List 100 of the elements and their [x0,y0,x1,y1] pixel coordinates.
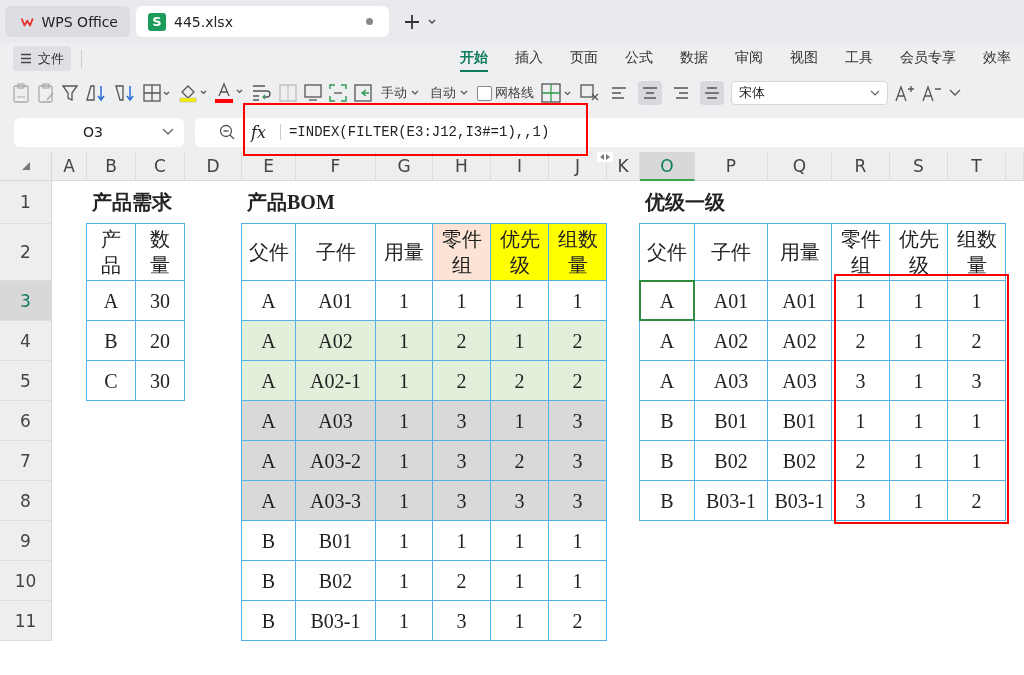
row-header[interactable]: 8 [0,481,52,521]
table-cell: 2 [490,440,549,481]
table-cell: A03-3 [295,480,376,521]
row-header[interactable]: 11 [0,601,52,641]
table-cell: 2 [548,320,607,361]
caret-icon[interactable] [427,17,437,26]
table-cell: 1 [490,400,549,441]
row-header[interactable]: 7 [0,441,52,481]
align-icon [704,86,720,100]
ribbon-tab[interactable]: 数据 [680,45,708,72]
column-header[interactable]: S [890,152,948,181]
app-tab[interactable]: WPS Office [5,6,130,37]
zoom-icon[interactable] [219,124,235,140]
formula-input[interactable]: =INDEX(FILTER(E3:J12,I3#=1),,1) [288,124,550,140]
table-cell: A [241,440,296,481]
align-button[interactable] [638,81,662,105]
conditional-format-icon[interactable] [541,83,573,103]
row-header[interactable]: 2 [0,224,52,281]
align-button[interactable] [700,81,724,105]
table-cell: 1 [375,400,433,441]
new-tab-icon[interactable] [403,12,421,31]
ribbon-tab[interactable]: 公式 [625,45,653,72]
increase-font-icon[interactable] [895,84,915,102]
align-icon [611,86,627,100]
column-header[interactable]: T [948,152,1006,181]
column-header[interactable]: R [832,152,890,181]
table-cell: 2 [548,600,607,641]
table-cell: 3 [432,480,491,521]
table-cell: 2 [947,480,1006,521]
ribbon-tab[interactable]: 插入 [515,45,543,72]
ribbon-tab[interactable]: 页面 [570,45,598,72]
column-header[interactable]: G [376,152,433,181]
table-cell: 3 [432,400,491,441]
table-cell: 3 [432,440,491,481]
merge-cells-icon[interactable] [279,84,297,102]
column-header[interactable]: A [52,152,87,181]
row-header[interactable]: 6 [0,401,52,441]
sort-descending-icon[interactable] [114,84,136,102]
table-cell: A [639,280,695,321]
column-header[interactable]: B [87,152,136,181]
table-cell: 数量 [135,223,185,281]
ribbon-tab[interactable]: 会员专享 [900,45,956,72]
ribbon-tab[interactable]: 审阅 [735,45,763,72]
tab-title: 445.xlsx [174,13,234,30]
row-header[interactable]: 9 [0,521,52,561]
function-label[interactable]: fx [251,122,266,142]
decrease-font-icon[interactable] [922,84,942,102]
row-header[interactable]: 1 [0,181,52,224]
font-color-icon[interactable] [215,82,245,104]
table-cell: 父件 [241,223,296,281]
table-title: 产品需求 [91,190,173,215]
ribbon-tab[interactable]: 视图 [790,45,818,72]
row-header[interactable]: 10 [0,561,52,601]
tab-title: WPS Office [41,13,118,30]
freeze-pane-icon[interactable] [354,84,372,102]
name-box[interactable]: O3 [14,117,184,147]
hidden-columns-icon[interactable] [597,152,613,162]
font-name-field[interactable]: 宋体 [731,81,888,105]
caret-icon [460,90,468,96]
filter-icon[interactable] [62,84,78,102]
sort-ascending-icon[interactable] [85,84,107,102]
table-cell: A [241,320,296,361]
table-cell: 2 [432,320,491,361]
row-header[interactable]: 3 [0,281,52,321]
column-header[interactable]: K [607,152,640,181]
wrap-text-icon[interactable] [252,84,272,102]
dropdown-button[interactable]: 手动 [379,84,421,102]
column-header[interactable]: O [640,152,695,181]
align-icon [673,86,689,100]
column-header[interactable]: P [695,152,768,181]
ribbon-tab[interactable]: 工具 [845,45,873,72]
column-header[interactable]: D [185,152,242,181]
triangle-icon [20,161,31,171]
dropdown-button[interactable]: 自动 [428,84,470,102]
document-tab[interactable]: S 445.xlsx [136,6,389,37]
column-header[interactable]: Q [768,152,832,181]
caret-icon[interactable] [949,89,961,97]
table-cell: A02 [295,320,376,361]
column-header[interactable]: I [491,152,549,181]
caret-icon [162,128,174,136]
table-cell: C [86,360,136,401]
table-cell: 2 [490,360,549,401]
column-header[interactable]: H [433,152,491,181]
table-cell: A [241,400,296,441]
row-header[interactable]: 5 [0,361,52,401]
column-header[interactable]: E [242,152,296,181]
fill-color-icon[interactable] [178,83,208,103]
table-cell: 1 [375,360,433,401]
clear-format-icon[interactable] [580,84,600,102]
ribbon-tab[interactable]: 效率 [983,45,1011,72]
border-icon[interactable] [143,84,171,102]
ribbon-tab[interactable]: 开始 [460,45,488,72]
row-header[interactable]: 4 [0,321,52,361]
file-menu-button[interactable]: 文件 [13,46,71,71]
column-header[interactable]: F [296,152,376,181]
clipboard-icon[interactable] [37,83,55,103]
column-header[interactable]: C [136,152,185,181]
gridlines-checkbox[interactable]: 网格线 [477,84,534,102]
clipboard-icon[interactable] [12,83,30,103]
table-cell: A [241,480,296,521]
